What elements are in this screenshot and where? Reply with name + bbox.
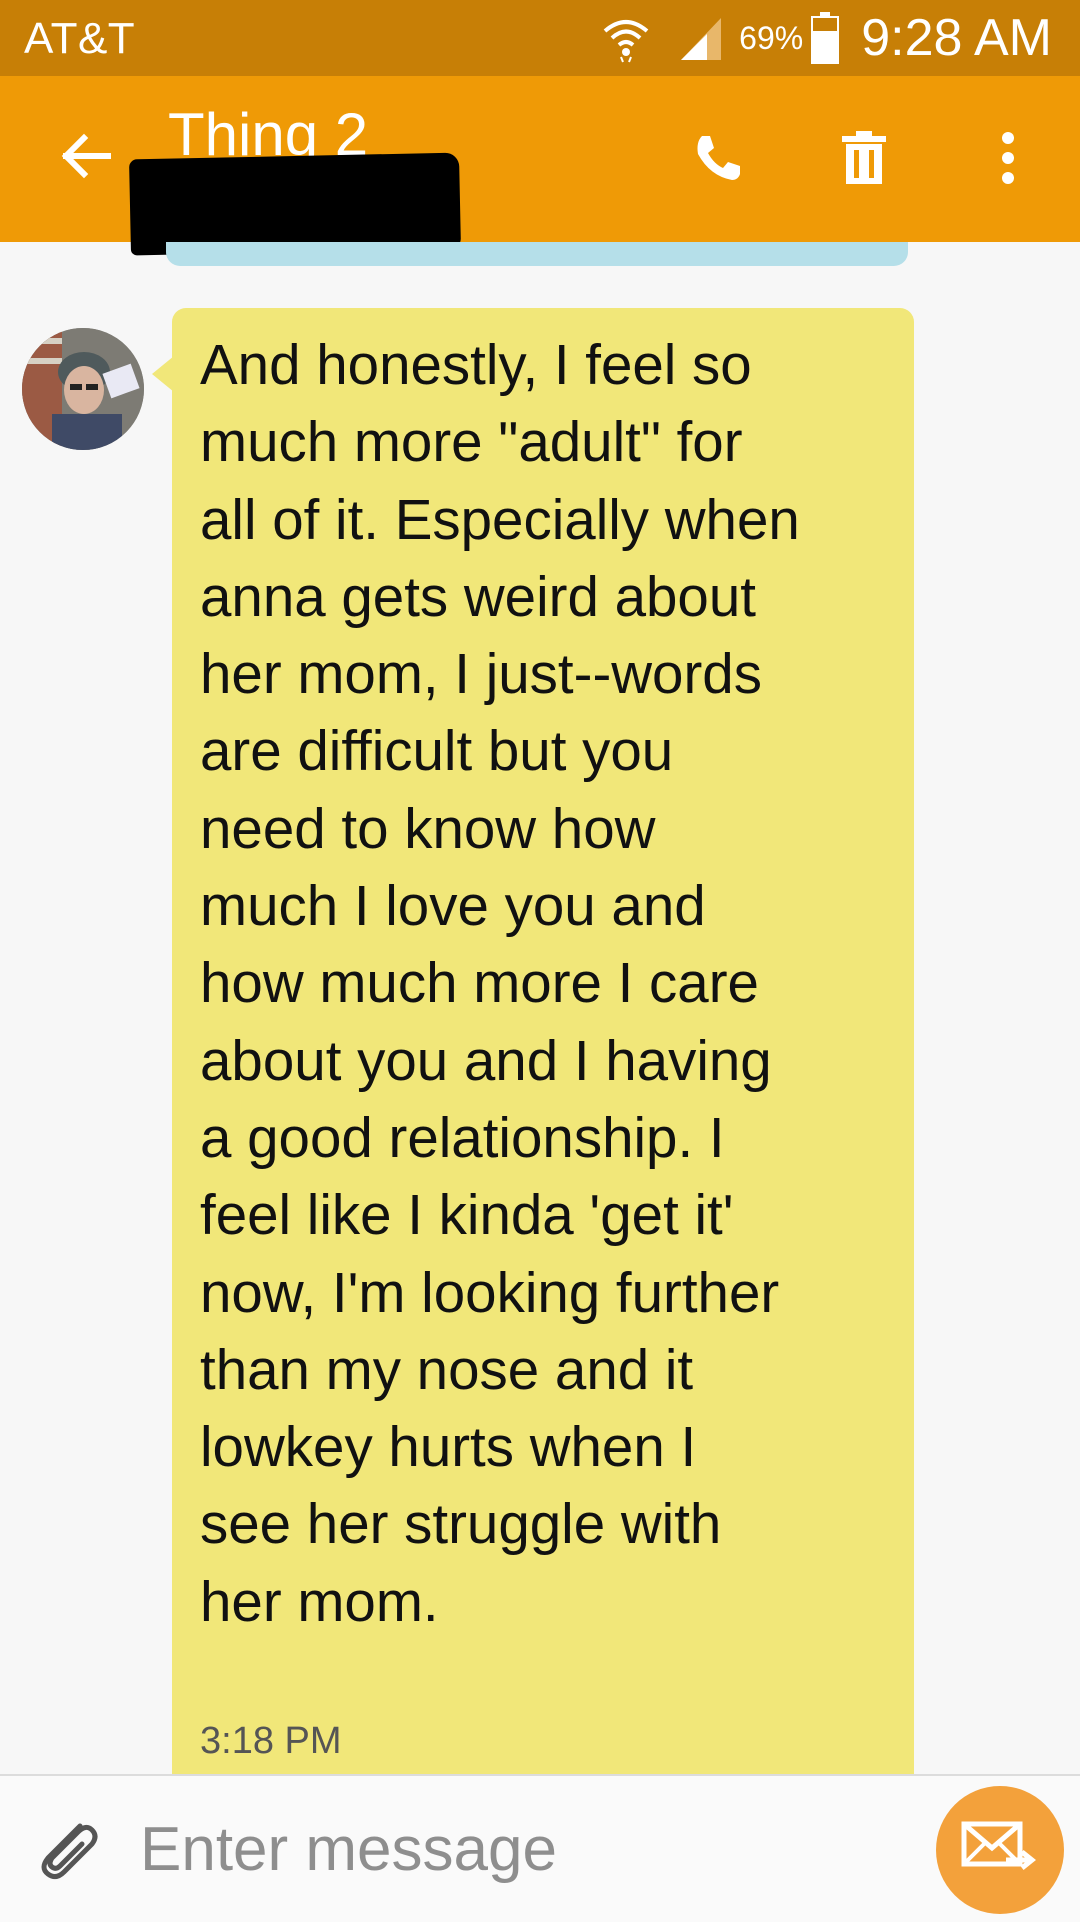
battery-percent: 69%	[739, 19, 804, 56]
more-vert-icon[interactable]	[978, 128, 1038, 188]
status-icons: 69% 9:28 AM	[601, 0, 1052, 76]
message-timestamp: 3:18 PM	[200, 1720, 342, 1762]
bubble-tail	[152, 356, 174, 392]
avatar-photo	[22, 328, 144, 450]
paperclip-icon[interactable]	[30, 1812, 106, 1888]
incoming-message-bubble[interactable]: And honestly, I feel so much more "adult…	[172, 308, 914, 1774]
message-composer	[0, 1774, 1080, 1922]
phone-icon[interactable]	[688, 128, 748, 188]
clock: 9:28 AM	[861, 9, 1052, 67]
back-arrow-icon[interactable]	[58, 128, 114, 184]
app-bar: Thing 2	[0, 76, 1080, 256]
wifi-icon	[603, 20, 649, 63]
previous-message-bubble[interactable]	[166, 242, 908, 266]
signal-icon	[681, 18, 722, 60]
carrier-label: AT&T	[24, 14, 136, 63]
battery-icon	[811, 12, 840, 64]
redaction-mark	[129, 152, 461, 256]
send-button[interactable]	[936, 1786, 1064, 1914]
trash-icon[interactable]	[834, 128, 894, 188]
message-text: And honestly, I feel so much more "adult…	[200, 333, 800, 1633]
message-input[interactable]	[140, 1806, 900, 1892]
status-bar: AT&T 69% 9:28 AM	[0, 0, 1080, 76]
contact-avatar[interactable]	[22, 328, 144, 450]
next-message-bubble[interactable]	[172, 1760, 914, 1774]
send-message-icon	[961, 1821, 1037, 1870]
conversation-thread[interactable]: And honestly, I feel so much more "adult…	[0, 242, 1080, 1774]
